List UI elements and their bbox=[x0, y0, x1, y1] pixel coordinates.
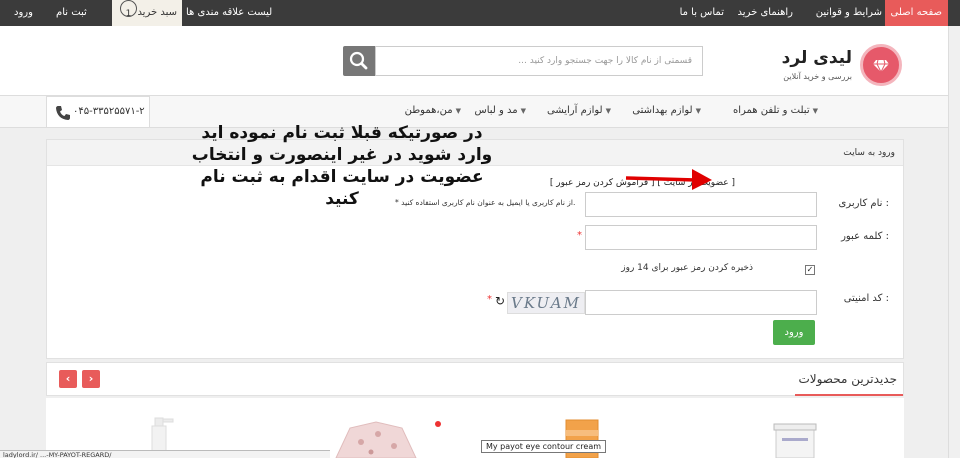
captcha-image: VKUAM bbox=[507, 292, 585, 314]
product-thumbnail[interactable] bbox=[736, 414, 854, 458]
nav-item-hygiene[interactable]: لوازم بهداشتی ▼ bbox=[632, 96, 701, 126]
phone-box: ۰۴۵-۳۳۵۲۵۵۷۱-۲ bbox=[46, 96, 150, 128]
login-panel-title: ورود به سایت bbox=[843, 148, 895, 158]
cart-count-badge: 1 bbox=[120, 0, 137, 19]
top-bar: صفحه اصلی شرایط و قوانین راهنمای خرید تم… bbox=[0, 0, 960, 26]
chevron-down-icon: ▼ bbox=[695, 107, 701, 115]
captcha-label: کد امنیتی : bbox=[843, 293, 889, 304]
annotation-text: در صورتیکه قبلا ثبت نام نموده اید وارد ش… bbox=[191, 123, 493, 209]
login-link[interactable]: ورود bbox=[14, 0, 33, 26]
product-carousel bbox=[46, 398, 904, 458]
chevron-down-icon: ▼ bbox=[605, 107, 611, 115]
required-star: * bbox=[577, 230, 582, 241]
nav-terms-link[interactable]: شرایط و قوانین bbox=[816, 0, 882, 26]
site-header: لیدی لرد بررسی و خرید آنلاین قسمتی از نا… bbox=[0, 26, 948, 96]
remember-checkbox[interactable]: ✓ bbox=[805, 265, 815, 275]
chevron-down-icon: ▼ bbox=[812, 107, 818, 115]
clothing-image bbox=[335, 421, 441, 458]
logo-icon[interactable] bbox=[860, 44, 902, 86]
title-underline bbox=[795, 394, 903, 396]
required-star: * bbox=[487, 294, 492, 305]
remember-label: ذخیره کردن رمز عبور برای 14 روز bbox=[621, 263, 753, 273]
carousel-prev-button[interactable]: ‹ bbox=[59, 370, 77, 388]
cart-label: سبد خرید bbox=[137, 7, 177, 18]
cart-button[interactable]: 1 سبد خرید bbox=[112, 0, 182, 26]
diamond-icon bbox=[873, 59, 889, 73]
jar-image bbox=[773, 423, 817, 458]
product-tooltip: My payot eye contour cream bbox=[481, 440, 607, 453]
chevron-down-icon: ▼ bbox=[455, 107, 461, 115]
search-button[interactable] bbox=[343, 46, 375, 76]
status-bar-url: ladylord.ir/ ...-MY-PAYOT-REGARD/ bbox=[0, 450, 330, 458]
product-thumbnail[interactable] bbox=[316, 414, 444, 458]
nav-contact-link[interactable]: تماس با ما bbox=[680, 0, 724, 26]
nav-item-cosmetics[interactable]: لوازم آرایشی ▼ bbox=[547, 96, 611, 126]
nav-guide-link[interactable]: راهنمای خرید bbox=[738, 0, 793, 26]
new-products-bar: جدیدترین محصولات ‹ › bbox=[46, 362, 904, 396]
nav-item-mobile[interactable]: تبلت و تلفن همراه ▼ bbox=[733, 96, 818, 126]
new-products-title: جدیدترین محصولات bbox=[798, 372, 897, 386]
logo-subtitle: بررسی و خرید آنلاین bbox=[783, 72, 852, 81]
wishlist-link[interactable]: لیست علاقه مندی ها bbox=[186, 0, 272, 26]
search-input[interactable]: قسمتی از نام کالا را جهت جستجو وارد کنید… bbox=[375, 46, 703, 76]
refresh-icon[interactable]: ↻ bbox=[495, 294, 505, 308]
register-link[interactable]: ثبت نام bbox=[56, 0, 87, 26]
chevron-right-icon: › bbox=[88, 372, 94, 385]
nav-home-link[interactable]: صفحه اصلی bbox=[884, 0, 948, 26]
annotation-arrow-icon bbox=[625, 169, 712, 190]
page-scrollbar[interactable] bbox=[948, 26, 960, 458]
username-label: نام کاربری : bbox=[838, 198, 889, 209]
phone-icon bbox=[56, 106, 70, 120]
carousel-next-button[interactable]: › bbox=[82, 370, 100, 388]
chevron-down-icon: ▼ bbox=[520, 107, 526, 115]
chevron-left-icon: ‹ bbox=[65, 372, 71, 385]
phone-number: ۰۴۵-۳۳۵۲۵۵۷۱-۲ bbox=[73, 106, 145, 117]
password-label: کلمه عبور : bbox=[841, 231, 889, 242]
username-input[interactable] bbox=[585, 192, 817, 217]
password-input[interactable] bbox=[585, 225, 817, 250]
logo-title[interactable]: لیدی لرد bbox=[782, 48, 852, 68]
search-icon bbox=[349, 51, 368, 70]
captcha-input[interactable] bbox=[585, 290, 817, 315]
login-button[interactable]: ورود bbox=[773, 320, 815, 345]
